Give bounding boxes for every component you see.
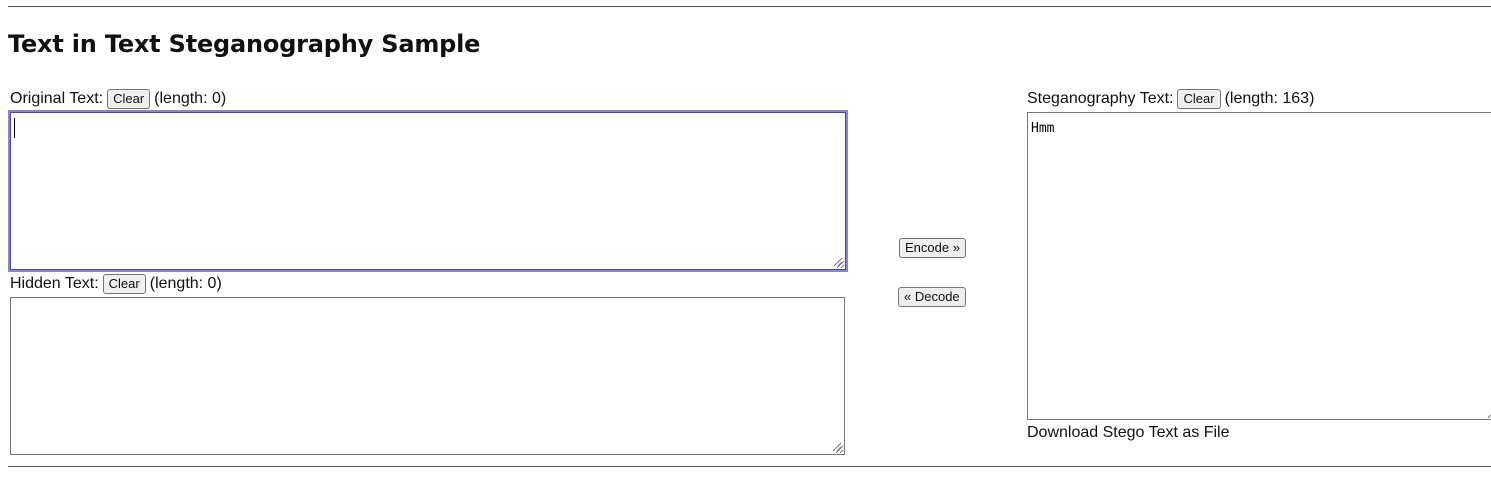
page-title: Text in Text Steganography Sample (8, 30, 481, 58)
hidden-text-label: Hidden Text: (10, 275, 99, 292)
top-divider (8, 6, 1491, 7)
original-text-label: Original Text: (10, 90, 104, 107)
original-text-header: Original Text: Clear (length: 0) (10, 88, 226, 110)
clear-original-button[interactable]: Clear (107, 89, 151, 109)
download-stego-link[interactable]: Download Stego Text as File (1027, 424, 1229, 442)
hidden-text-input[interactable] (10, 297, 845, 455)
bottom-divider (8, 466, 1491, 467)
original-length: (length: 0) (154, 90, 227, 107)
encode-button[interactable]: Encode » (899, 238, 966, 258)
hidden-length: (length: 0) (149, 275, 222, 292)
text-caret (14, 118, 15, 138)
stego-text-output[interactable] (1027, 112, 1491, 420)
original-text-input[interactable] (8, 110, 848, 272)
clear-hidden-button[interactable]: Clear (102, 274, 146, 294)
decode-button[interactable]: « Decode (898, 287, 966, 307)
stego-text-header: Steganography Text: Clear (length: 163) (1027, 88, 1314, 110)
stego-length: (length: 163) (1224, 90, 1315, 107)
clear-stego-button[interactable]: Clear (1177, 89, 1221, 109)
stego-text-label: Steganography Text: (1027, 90, 1174, 107)
hidden-text-header: Hidden Text: Clear (length: 0) (10, 273, 222, 295)
